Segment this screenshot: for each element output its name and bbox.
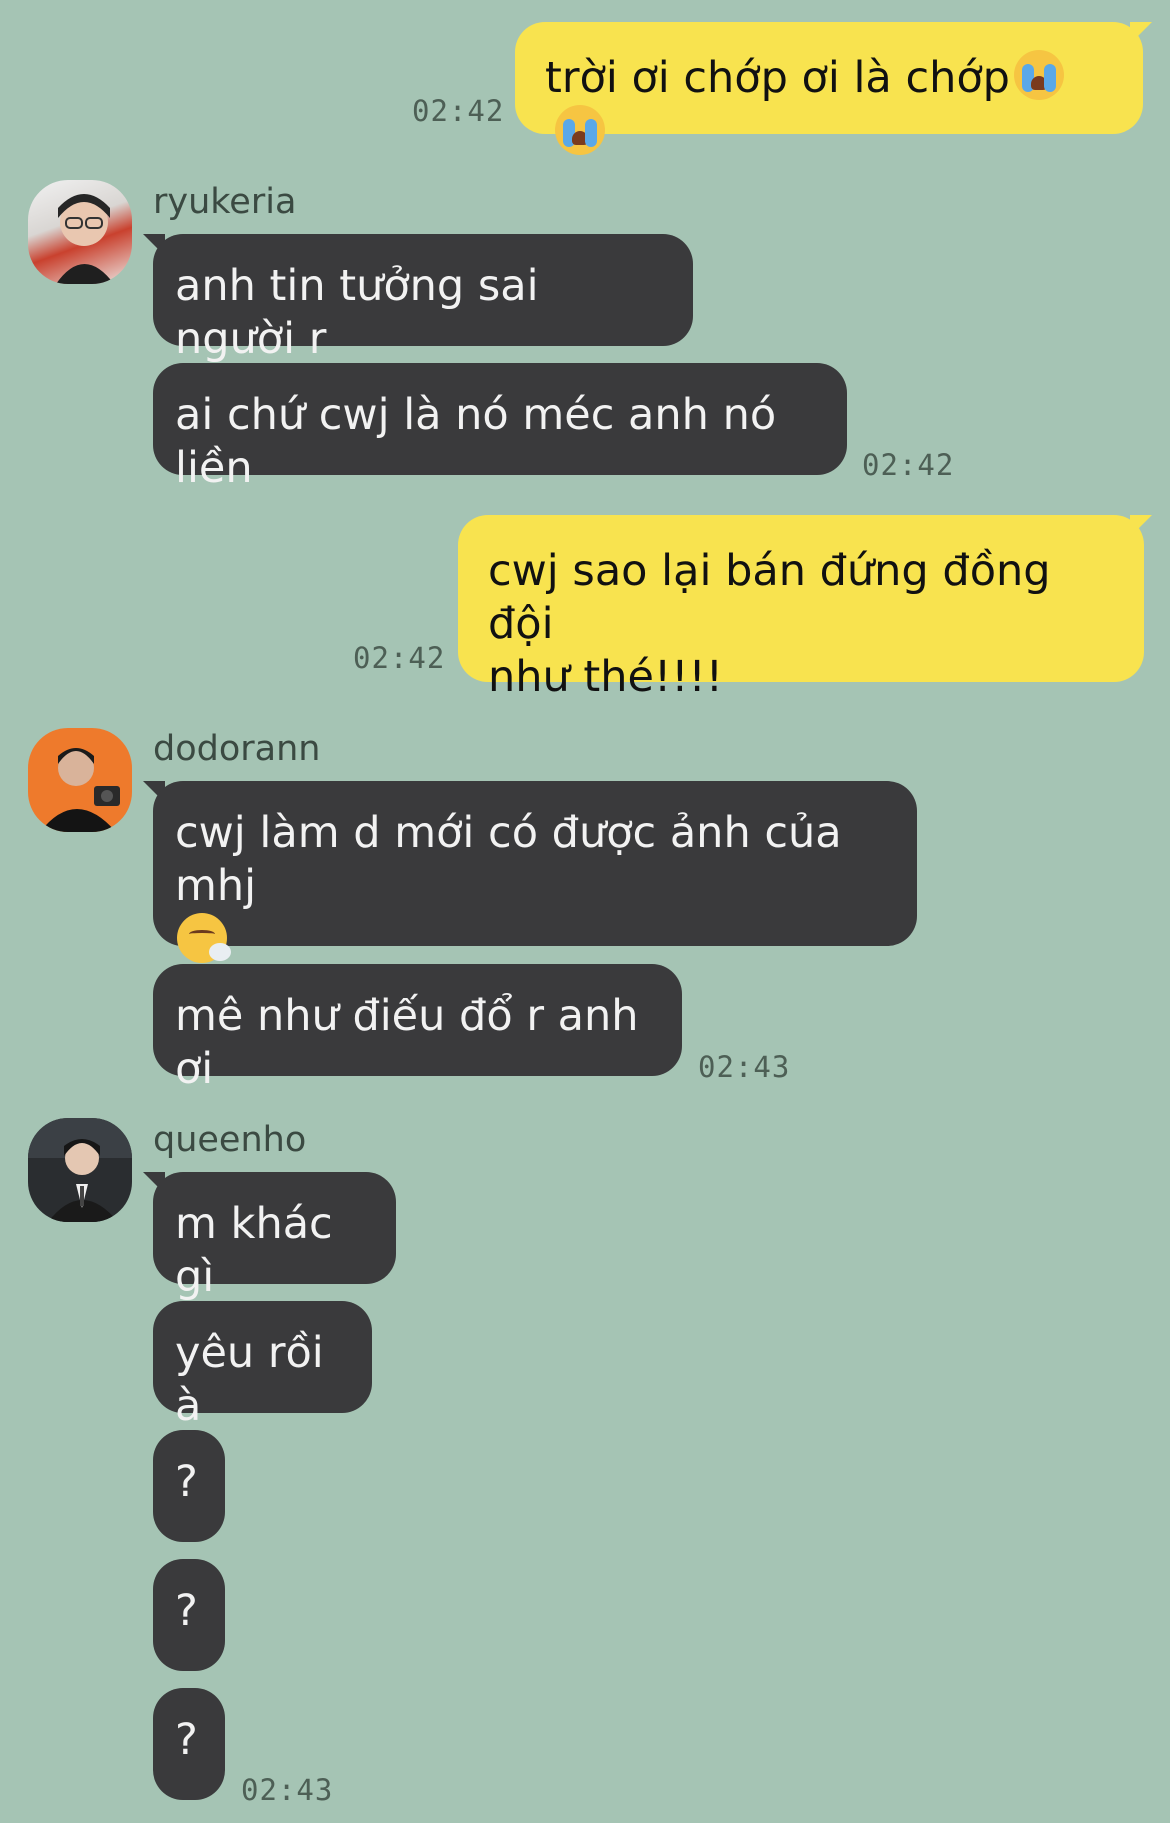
message-text: m khác gì [175, 1199, 333, 1302]
message-timestamp: 02:42 [862, 448, 955, 482]
message-text: anh tin tưởng sai người r [175, 261, 539, 364]
incoming-message-bubble[interactable]: ai chứ cwj là nó méc anh nó liền [153, 363, 847, 493]
message-timestamp: 02:43 [698, 1050, 791, 1084]
avatar[interactable] [28, 1118, 132, 1222]
avatar[interactable] [28, 180, 132, 284]
incoming-message-bubble[interactable]: cwj làm d mới có được ảnh của mhj [153, 781, 917, 963]
message-text: trời ơi chớp ơi là chớp [545, 53, 1010, 103]
my-message-bubble[interactable]: trời ơi chớp ơi là chớp [515, 22, 1143, 155]
message-text: ? [175, 1457, 198, 1507]
message-timestamp: 02:42 [412, 94, 505, 128]
incoming-message-bubble[interactable]: mê như điếu đổ r anh ơi [153, 964, 682, 1094]
incoming-message-bubble[interactable]: m khác gì [153, 1172, 396, 1302]
incoming-message-bubble[interactable]: yêu rồi à [153, 1301, 372, 1431]
loudly-crying-face-icon [555, 105, 605, 155]
message-timestamp: 02:42 [353, 641, 446, 675]
message-text: ? [175, 1586, 198, 1636]
loudly-crying-face-icon [1013, 50, 1064, 100]
message-text: ai chứ cwj là nó méc anh nó liền [175, 390, 777, 493]
my-message-bubble[interactable]: cwj sao lại bán đứng đồng đội như thé!!!… [458, 515, 1144, 702]
sender-name: ryukeria [153, 182, 297, 222]
avatar[interactable] [28, 728, 132, 832]
incoming-message-bubble[interactable]: anh tin tưởng sai người r [153, 234, 693, 364]
sender-name: queenho [153, 1120, 307, 1160]
message-text: yêu rồi à [175, 1328, 324, 1431]
message-timestamp: 02:43 [241, 1773, 334, 1807]
sender-name: dodorann [153, 729, 321, 769]
message-text-line: như thé!!!! [488, 652, 723, 702]
incoming-message-bubble[interactable]: ? [153, 1430, 225, 1542]
message-text-line: cwj sao lại bán đứng đồng đội [488, 546, 1051, 649]
message-text: cwj làm d mới có được ảnh của mhj [175, 808, 842, 911]
message-text: mê như điếu đổ r anh ơi [175, 991, 639, 1094]
incoming-message-bubble[interactable]: ? [153, 1688, 225, 1800]
face-exhaling-icon [177, 913, 231, 963]
incoming-message-bubble[interactable]: ? [153, 1559, 225, 1671]
message-text: ? [175, 1715, 198, 1765]
